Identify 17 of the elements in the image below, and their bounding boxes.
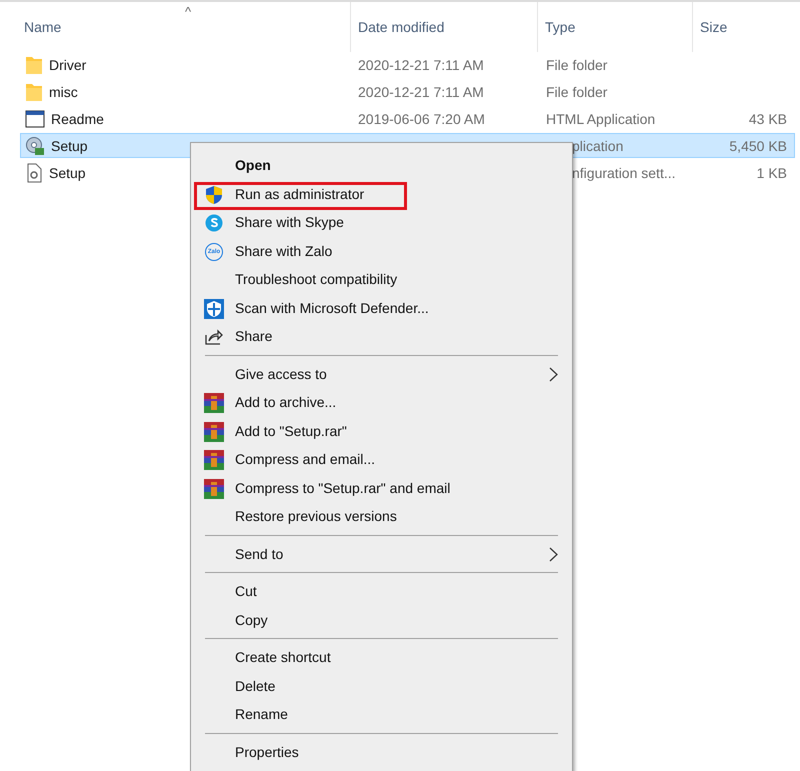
- size-cell-text: 1 KB: [756, 164, 788, 180]
- file-name: misc: [49, 84, 78, 100]
- file-name: Driver: [49, 56, 86, 72]
- type-cell-text: File folder: [545, 84, 608, 100]
- date-cell-text: 2020-12-21 7:11 AM: [357, 84, 485, 100]
- type-cell-text: nfiguration sett...: [571, 164, 677, 180]
- type-cell-text: File folder: [545, 56, 608, 72]
- date-cell-text: 2020-12-21 7:11 AM: [357, 56, 485, 72]
- size-cell-text: 5,450 KB: [728, 138, 788, 154]
- file-name: Readme: [51, 110, 104, 126]
- date-cell-text: 2019-06-06 7:20 AM: [357, 110, 486, 126]
- file-name: Setup: [51, 138, 88, 154]
- file-name: Setup: [49, 164, 86, 180]
- type-cell-text: plication: [571, 138, 624, 154]
- size-cell-text: 43 KB: [748, 110, 788, 126]
- type-cell-text: HTML Application: [545, 110, 656, 126]
- sort-caret: ^: [185, 4, 192, 19]
